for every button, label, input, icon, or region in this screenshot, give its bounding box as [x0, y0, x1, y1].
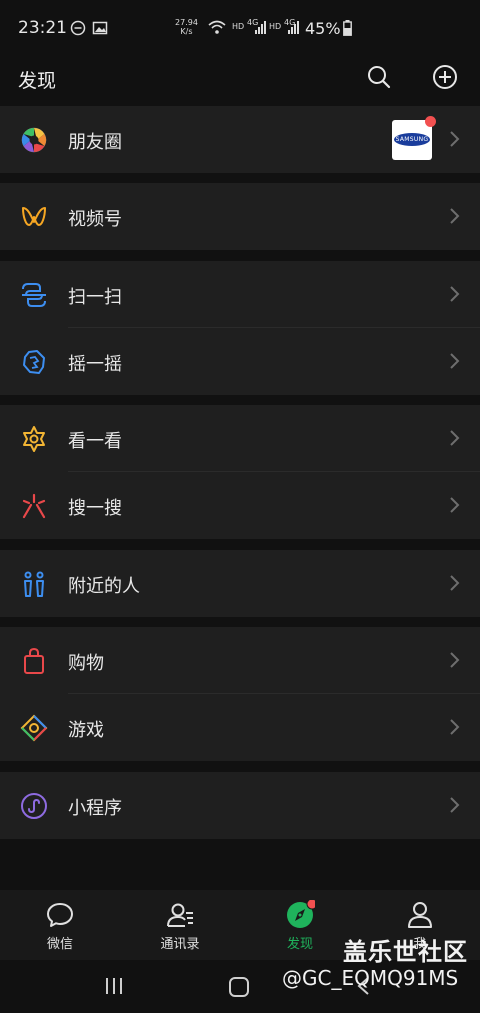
menu-item-shake[interactable]: 摇一摇 [0, 328, 480, 395]
tab-label-chats: 微信 [46, 937, 73, 952]
chevron-right-icon [448, 207, 460, 225]
menu-label-top-stories: 看一看 [68, 431, 122, 452]
tab-label-contacts: 通讯录 [160, 937, 200, 952]
recent-apps-button[interactable] [104, 976, 124, 1000]
menu-label-people-nearby: 附近的人 [68, 576, 140, 597]
group-shopping-games: 购物 游戏 [0, 627, 480, 761]
menu-item-search[interactable]: 搜一搜 [0, 472, 480, 539]
games-icon [20, 714, 48, 742]
menu-item-scan[interactable]: 扫一扫 [0, 261, 480, 328]
group-moments: 朋友圈 SAMSUNG [0, 106, 480, 173]
group-channels: 视频号 [0, 183, 480, 250]
menu-label-moments: 朋友圈 [68, 132, 122, 153]
status-bar: 23:21 27.94 K/s HD 4G HD 4G 45% [0, 0, 480, 58]
menu-label-channels: 视频号 [68, 209, 122, 230]
search-icon[interactable] [364, 62, 394, 92]
network-speed: 27.94 K/s [175, 18, 198, 36]
menu-item-channels[interactable]: 视频号 [0, 183, 480, 250]
chevron-right-icon [448, 352, 460, 370]
menu-label-mini-programs: 小程序 [68, 798, 122, 819]
channels-icon [20, 203, 48, 231]
wifi-icon [207, 19, 227, 39]
chevron-right-icon [448, 496, 460, 514]
chevron-right-icon [448, 285, 460, 303]
chevron-right-icon [448, 130, 460, 148]
menu-item-shopping[interactable]: 购物 [0, 627, 480, 694]
search-search-icon [20, 492, 48, 520]
do-not-disturb-icon [70, 20, 86, 40]
moments-badge-dot [425, 116, 436, 127]
scan-icon [20, 281, 48, 309]
battery-icon [343, 20, 352, 40]
people-nearby-icon [20, 570, 48, 598]
group-mini-programs: 小程序 [0, 772, 480, 839]
tab-discover[interactable]: 发现 [240, 890, 360, 960]
status-time: 23:21 [18, 18, 67, 38]
menu-label-scan: 扫一扫 [68, 287, 122, 308]
hd-label-2: HD [269, 22, 282, 31]
moments-thumbnail: SAMSUNG [392, 116, 436, 160]
menu-item-games[interactable]: 游戏 [0, 694, 480, 761]
page-title: 发现 [18, 70, 57, 92]
chevron-right-icon [448, 718, 460, 736]
watermark-handle: @GC_EQMQ91MS [282, 966, 459, 990]
menu-item-people-nearby[interactable]: 附近的人 [0, 550, 480, 617]
battery-percent: 45% [305, 19, 341, 38]
net-speed-value: 27.94 [175, 18, 198, 27]
shake-icon [20, 348, 48, 376]
menu-label-shopping: 购物 [68, 653, 104, 674]
menu-label-shake: 摇一摇 [68, 354, 122, 375]
group-scan-shake: 扫一扫 摇一摇 [0, 261, 480, 395]
signal-icon-2 [288, 20, 300, 38]
plus-circle-icon[interactable] [430, 62, 460, 92]
moments-icon [20, 126, 48, 154]
menu-item-top-stories[interactable]: 看一看 [0, 405, 480, 472]
menu-item-moments[interactable]: 朋友圈 SAMSUNG [0, 106, 480, 173]
chevron-right-icon [448, 574, 460, 592]
group-nearby: 附近的人 [0, 550, 480, 617]
chevron-right-icon [448, 429, 460, 447]
shopping-bag-icon [20, 647, 48, 675]
samsung-logo: SAMSUNG [394, 133, 430, 146]
menu-label-search: 搜一搜 [68, 498, 122, 519]
menu-label-games: 游戏 [68, 720, 104, 741]
tab-chats[interactable]: 微信 [0, 890, 120, 960]
me-person-icon [405, 900, 435, 930]
tab-label-discover: 发现 [286, 937, 313, 952]
menu-item-mini-programs[interactable]: 小程序 [0, 772, 480, 839]
hd-label-1: HD [232, 22, 245, 31]
contacts-icon [165, 900, 195, 930]
top-bar: 发现 [0, 58, 480, 98]
chevron-right-icon [448, 651, 460, 669]
signal-icon-1 [255, 20, 267, 38]
net-speed-unit: K/s [180, 27, 193, 36]
chat-bubble-icon [45, 900, 75, 930]
gallery-icon [92, 20, 108, 40]
tab-contacts[interactable]: 通讯录 [120, 890, 240, 960]
top-stories-icon [20, 425, 48, 453]
group-stories-search: 看一看 搜一搜 [0, 405, 480, 539]
watermark-title: 盖乐世社区 [343, 938, 468, 966]
discover-compass-icon [285, 898, 318, 930]
mini-programs-icon [20, 792, 48, 820]
chevron-right-icon [448, 796, 460, 814]
home-button[interactable] [228, 976, 250, 1002]
